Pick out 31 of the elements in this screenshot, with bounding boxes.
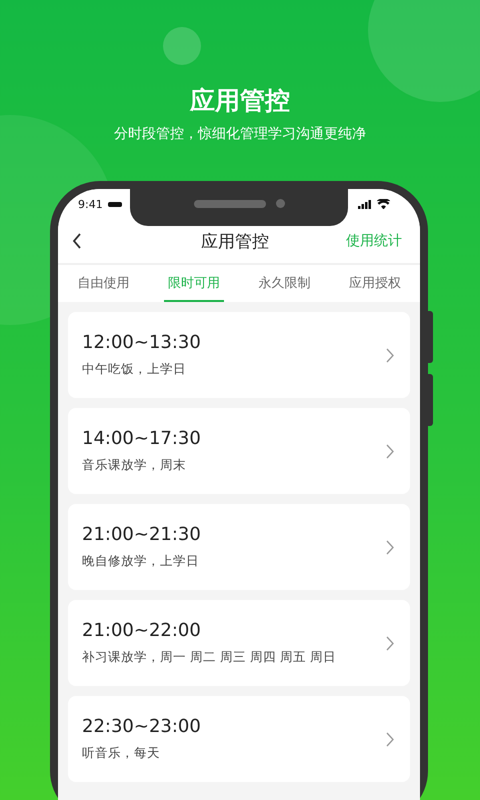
schedule-note: 音乐课放学，周末 [82,457,187,474]
time-range: 21:00~22:00 [82,620,202,641]
time-range: 14:00~17:30 [82,428,202,449]
tab[interactable]: 永久限制 [254,265,314,302]
screen-title: 应用管控 [200,230,270,252]
schedule-note: 中午吃饭，上学日 [82,361,187,378]
schedule-note: 晚自修放学，上学日 [82,553,200,570]
time-range: 12:00~13:30 [82,332,202,353]
schedule-card[interactable]: 12:00~13:30 中午吃饭，上学日 [68,312,410,398]
promo-title: 应用管控 [188,85,291,117]
tab[interactable]: 自由使用 [73,265,134,302]
signal-icon [358,200,372,208]
tab[interactable]: 应用授权 [344,265,405,302]
chevron-icon [386,444,394,458]
back-icon [72,233,82,249]
wifi-icon [377,199,390,209]
schedule-card[interactable]: 21:00~22:00 补习课放学，周一 周二 周三 周四 周五 周日 [68,600,410,686]
schedule-note: 补习课放学，周一 周二 周三 周四 周五 周日 [82,649,337,666]
time-range: 21:00~21:30 [82,524,202,545]
schedule-card[interactable]: 22:30~23:00 听音乐，每天 [68,696,410,782]
status-time: 9:41 [78,198,103,210]
battery-icon [108,202,122,206]
time-range: 22:30~23:00 [82,716,202,737]
chevron-icon [386,348,394,362]
chevron-icon [386,636,394,650]
chevron-icon [386,732,394,746]
promo-subtitle: 分时段管控，惊细化管理学习沟通更纯净 [113,125,367,144]
schedule-card[interactable]: 14:00~17:30 音乐课放学，周末 [68,408,410,494]
chevron-icon [386,540,394,554]
schedule-note: 听音乐，每天 [82,745,161,762]
schedule-card[interactable]: 21:00~21:30 晚自修放学，上学日 [68,504,410,590]
